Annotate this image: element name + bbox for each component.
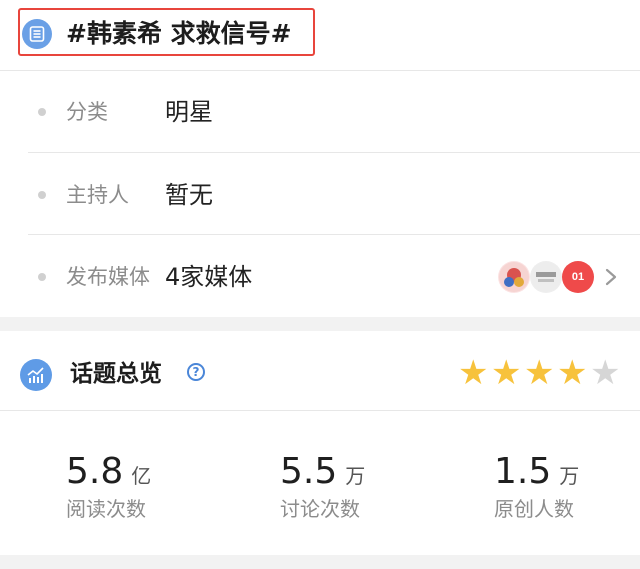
bar-chart-icon (20, 359, 52, 391)
category-label: 分类 (66, 100, 108, 124)
stat-original: 1.5 万 原创人数 (494, 452, 579, 522)
stat-original-number: 1.5 (494, 451, 552, 492)
svg-text:01: 01 (572, 271, 584, 283)
star-filled-icon: ★ (458, 353, 489, 393)
stat-discuss-unit: 万 (345, 464, 366, 488)
media-row[interactable]: 发布媒体 4家媒体 01 (0, 240, 640, 314)
stat-number-row: 5.5 万 (280, 452, 365, 496)
stat-read: 5.8 亿 阅读次数 (66, 452, 151, 522)
star-filled-icon: ★ (557, 353, 588, 393)
topic-list-icon (22, 19, 52, 49)
divider (0, 70, 640, 71)
bullet-dot (38, 108, 46, 116)
media-count-value: 4家媒体 (165, 263, 253, 291)
divider (28, 152, 640, 153)
stat-discuss: 5.5 万 讨论次数 (280, 452, 365, 522)
star-filled-icon: ★ (491, 353, 522, 393)
divider (0, 410, 640, 411)
star-filled-icon: ★ (524, 353, 555, 393)
bullet-dot (38, 191, 46, 199)
stat-discuss-number: 5.5 (280, 451, 338, 492)
overview-title: 话题总览 (70, 361, 162, 387)
stat-read-label: 阅读次数 (66, 497, 146, 521)
chevron-right-icon[interactable] (604, 267, 618, 291)
media-label: 发布媒体 (66, 265, 150, 289)
stat-number-row: 5.8 亿 (66, 452, 151, 496)
rating-stars: ★★★★★ (458, 356, 628, 392)
stat-original-unit: 万 (559, 464, 580, 488)
host-value: 暂无 (165, 181, 213, 209)
stat-read-unit: 亿 (131, 464, 152, 488)
topic-title: #韩素希 求救信号# (66, 19, 292, 48)
stat-discuss-label: 讨论次数 (280, 497, 360, 521)
media-logo-3-icon: 01 (562, 261, 594, 293)
star-empty-icon: ★ (590, 353, 621, 393)
media-logo-2-icon (530, 261, 562, 293)
stat-original-label: 原创人数 (494, 497, 574, 521)
bullet-dot (38, 273, 46, 281)
category-value: 明星 (165, 98, 213, 126)
stat-number-row: 1.5 万 (494, 452, 579, 496)
help-question-icon[interactable]: ? (187, 363, 205, 381)
section-separator (0, 555, 640, 569)
stat-read-number: 5.8 (66, 451, 124, 492)
host-label: 主持人 (66, 183, 129, 207)
divider (28, 234, 640, 235)
section-separator (0, 317, 640, 331)
media-logo-1-icon (498, 261, 530, 293)
